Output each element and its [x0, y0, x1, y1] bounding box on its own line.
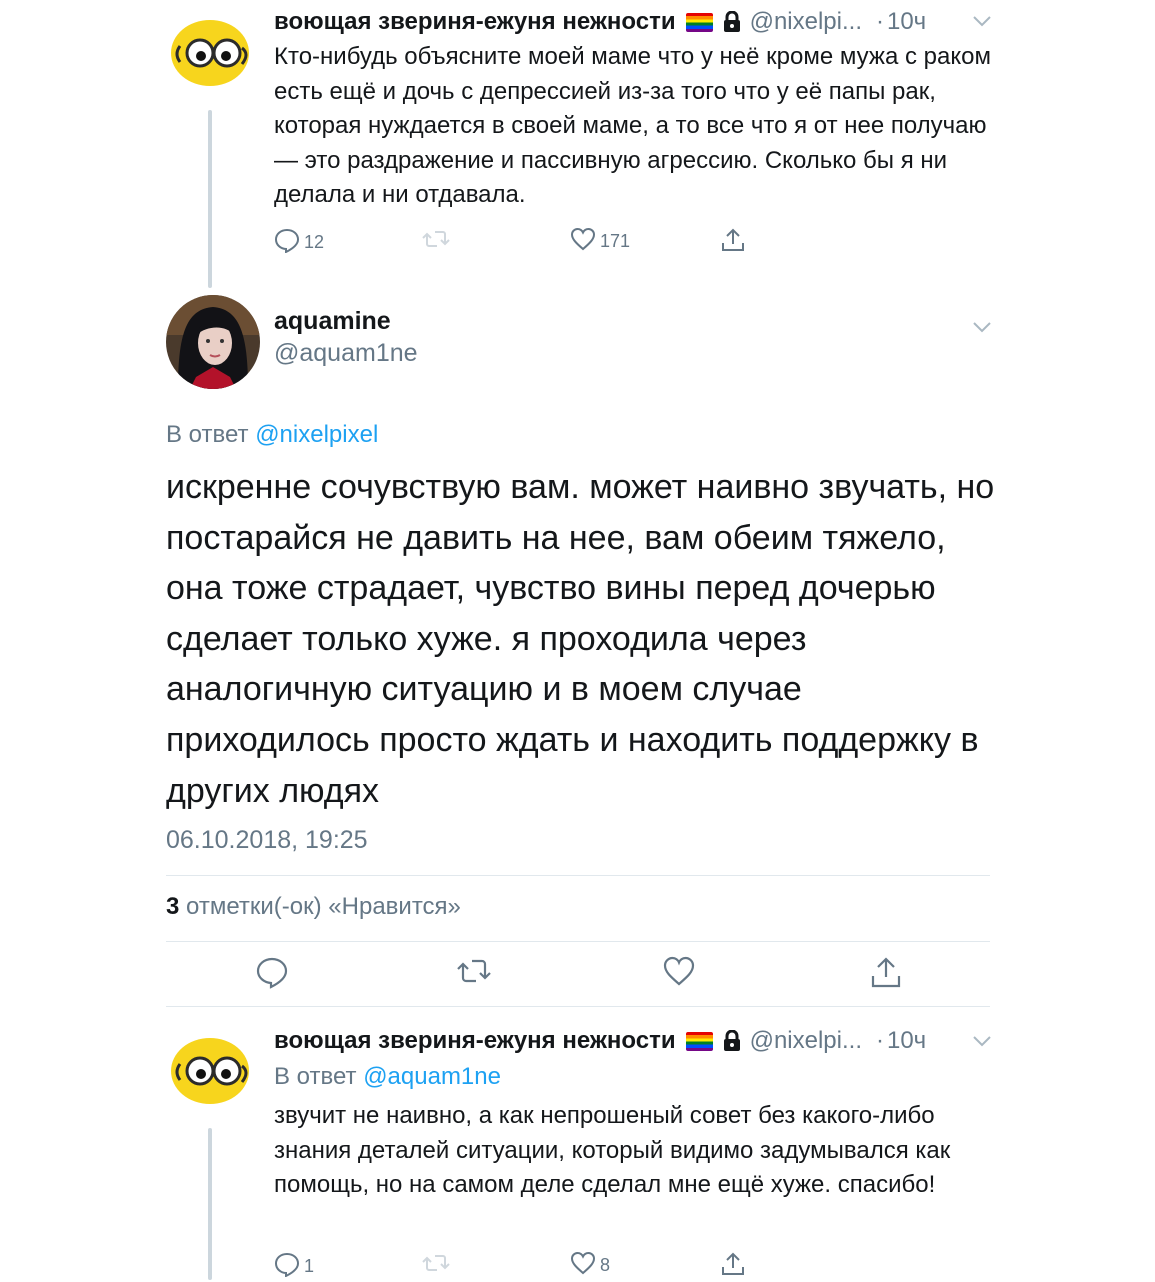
retweet-button[interactable] — [456, 955, 492, 992]
like-button[interactable]: 171 — [570, 227, 630, 256]
tweet-text: искренне сочувствую вам. может наивно зв… — [166, 468, 995, 810]
like-icon — [570, 227, 596, 256]
user-handle[interactable]: @nixelpi... — [750, 8, 862, 36]
like-count: 8 — [600, 1255, 611, 1275]
share-icon — [871, 957, 901, 988]
rainbow-flag-icon — [685, 12, 713, 32]
share-button[interactable] — [720, 227, 746, 258]
retweet-icon — [457, 959, 491, 983]
reply-button[interactable]: 12 — [274, 227, 324, 258]
like-button[interactable]: 8 — [570, 1251, 610, 1280]
likes-summary[interactable]: 3 отметки(-ок) «Нравится» — [166, 893, 461, 921]
display-name[interactable]: воющая звериня-ежуня нежности — [274, 1027, 676, 1055]
display-name[interactable]: воющая звериня-ежуня нежности — [274, 8, 676, 36]
tweet-date: 06.10.2018, 19:25 — [166, 826, 368, 854]
lock-icon — [722, 1030, 742, 1052]
rainbow-flag-icon — [685, 1031, 713, 1051]
like-button[interactable] — [663, 955, 695, 992]
like-icon — [570, 1251, 596, 1280]
lock-icon — [722, 11, 742, 33]
tweet-header: воющая звериня-ежуня нежности @nixelpi..… — [274, 5, 926, 39]
avatar[interactable] — [168, 1034, 254, 1106]
retweet-icon — [422, 1251, 450, 1280]
reply-prefix: В ответ — [166, 421, 249, 448]
reply-count: 12 — [304, 232, 325, 252]
user-handle[interactable]: @aquam1ne — [274, 339, 418, 368]
timestamp[interactable]: 10ч — [887, 8, 926, 36]
chevron-down-icon[interactable] — [972, 320, 992, 339]
tweet-actions: 1 8 — [274, 1251, 774, 1281]
share-icon — [720, 227, 746, 258]
divider — [166, 941, 990, 942]
display-name[interactable]: aquamine — [274, 307, 391, 336]
chevron-down-icon[interactable] — [972, 1034, 992, 1053]
share-icon — [720, 1251, 746, 1282]
reply-button[interactable]: 1 — [274, 1251, 314, 1282]
like-count: 171 — [600, 231, 631, 251]
separator-dot: · — [875, 1027, 884, 1054]
tweet-header: воющая звериня-ежуня нежности @nixelpi..… — [274, 1024, 926, 1058]
thread-line — [208, 1128, 212, 1280]
timestamp[interactable]: 10ч — [887, 1027, 926, 1055]
retweet-button[interactable] — [422, 1251, 450, 1280]
retweet-icon — [422, 227, 450, 256]
likes-label: отметки(-ок) «Нравится» — [186, 893, 461, 920]
reply-mention-link[interactable]: @aquam1ne — [363, 1063, 501, 1090]
like-icon — [663, 956, 695, 986]
reply-context: В ответ @aquam1ne — [274, 1063, 501, 1091]
reply-mention-link[interactable]: @nixelpixel — [255, 421, 378, 448]
reply-icon — [256, 957, 288, 989]
avatar[interactable] — [166, 295, 260, 389]
tweet-actions: 12 171 — [274, 227, 774, 257]
share-button[interactable] — [720, 1251, 746, 1282]
reply-icon — [274, 227, 300, 258]
tweet-text: звучит не наивно, а как непрошеный совет… — [274, 1102, 951, 1198]
share-button[interactable] — [870, 955, 902, 994]
chevron-down-icon[interactable] — [972, 14, 992, 33]
reply-icon — [274, 1251, 300, 1282]
avatar[interactable] — [168, 16, 254, 88]
reply-count: 1 — [304, 1256, 315, 1276]
reply-context: В ответ @nixelpixel — [166, 421, 378, 449]
divider — [166, 875, 990, 876]
retweet-button[interactable] — [422, 227, 450, 256]
separator-dot: · — [875, 8, 884, 35]
likes-count: 3 — [166, 893, 180, 920]
thread-line — [208, 110, 212, 288]
tweet-actions — [166, 955, 990, 991]
user-handle[interactable]: @nixelpi... — [750, 1027, 862, 1055]
reply-button[interactable] — [256, 955, 288, 994]
tweet-text: Кто-нибудь объясните моей маме что у неё… — [274, 43, 991, 208]
reply-prefix: В ответ — [274, 1063, 357, 1090]
divider — [166, 1006, 990, 1007]
